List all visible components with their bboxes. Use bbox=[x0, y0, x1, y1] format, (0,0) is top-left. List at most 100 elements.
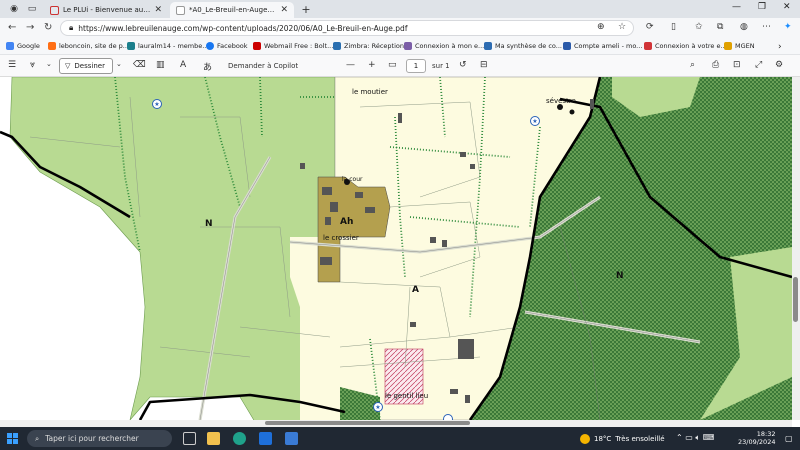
vertical-scrollbar[interactable] bbox=[792, 77, 800, 420]
fullscreen-icon[interactable]: ⤢ bbox=[755, 60, 762, 70]
zoom-icon[interactable]: ⊕ bbox=[597, 22, 605, 32]
weather-widget[interactable]: 18°C Très ensoleillé bbox=[580, 434, 665, 444]
clock[interactable]: 18:32 23/09/2024 bbox=[738, 430, 775, 446]
contents-icon[interactable]: ☰ bbox=[8, 60, 16, 70]
tab-pdf[interactable]: *A0_Le-Breuil-en-Auge.pdf ✕ bbox=[170, 2, 294, 18]
tab-strip: ◉ ▭ Le PLUi - Bienvenue au Breuil en ✕ *… bbox=[0, 0, 800, 18]
system-tray[interactable]: ⌃ ▭ 🔈︎ ⌨ bbox=[676, 433, 714, 443]
tray-overflow-icon[interactable]: ⌃ bbox=[676, 433, 683, 442]
favorite-synthese[interactable]: Ma synthèse de co... bbox=[484, 42, 562, 50]
close-tab-icon[interactable]: ✕ bbox=[280, 5, 288, 15]
language-icon[interactable]: ⌨ bbox=[703, 433, 715, 442]
print-icon[interactable]: ⎙ bbox=[712, 60, 719, 70]
close-window-button[interactable]: ✕ bbox=[783, 2, 791, 12]
draw-button[interactable]: ▽ Dessiner bbox=[59, 58, 113, 74]
close-tab-icon[interactable]: ✕ bbox=[154, 5, 162, 15]
taskbar-search-input[interactable]: ⌕ Taper ici pour rechercher bbox=[27, 430, 172, 447]
zimbra-icon bbox=[333, 42, 341, 50]
favorites-overflow-icon[interactable]: › bbox=[778, 42, 782, 52]
favorites-bar: Google leboncoin, site de p... lauralm14… bbox=[0, 38, 800, 55]
favorite-connexion[interactable]: Connexion à mon e... bbox=[404, 42, 484, 50]
volume-icon[interactable]: 🔈︎ bbox=[695, 433, 700, 442]
rotate-icon[interactable]: ↺ bbox=[459, 60, 467, 70]
start-button[interactable] bbox=[7, 433, 18, 444]
mgen-icon bbox=[724, 42, 732, 50]
favorite-google[interactable]: Google bbox=[6, 42, 40, 50]
horizontal-scrollbar[interactable] bbox=[0, 420, 792, 427]
google-icon bbox=[6, 42, 14, 50]
more-menu-icon[interactable]: ⋯ bbox=[762, 22, 771, 32]
settings-icon[interactable]: ⚙ bbox=[775, 60, 783, 70]
pdf-toolbar: ☰ ⩔ ⌄ ▽ Dessiner ⌄ ⌫ ▥ A あ Demander à Co… bbox=[0, 55, 800, 77]
eraser-icon[interactable]: ⌫ bbox=[133, 60, 146, 70]
favorite-connexion-votre[interactable]: Connexion à votre e... bbox=[644, 42, 727, 50]
scrollbar-thumb[interactable] bbox=[265, 421, 470, 425]
pdf-map-view[interactable]: ★ ★ ★ le moutier sévestre le crossier le g… bbox=[0, 77, 800, 420]
place-label: le crossier bbox=[323, 234, 359, 242]
profile-icon[interactable]: ◉ bbox=[8, 3, 20, 15]
forward-icon[interactable]: → bbox=[26, 22, 34, 33]
place-label: le gentil lieu bbox=[385, 392, 429, 400]
task-view-icon[interactable] bbox=[183, 432, 196, 445]
save-icon[interactable]: ⊡ bbox=[733, 60, 741, 70]
tab-plui[interactable]: Le PLUi - Bienvenue au Breuil en ✕ bbox=[44, 2, 168, 18]
place-label: sévestre bbox=[546, 97, 576, 105]
favorites-icon[interactable]: ✩ bbox=[695, 22, 703, 32]
svg-text:★: ★ bbox=[375, 404, 380, 411]
extensions-icon[interactable]: ⟳ bbox=[646, 22, 654, 32]
zone-label-natural: N bbox=[616, 271, 624, 281]
favorite-leboncoin[interactable]: leboncoin, site de p... bbox=[48, 42, 129, 50]
page-layout-icon[interactable]: ⊟ bbox=[480, 60, 488, 70]
highlight-icon[interactable]: ⩔ bbox=[30, 60, 35, 70]
site-icon bbox=[404, 42, 412, 50]
page-view-icon[interactable]: ▥ bbox=[156, 60, 165, 70]
split-screen-icon[interactable]: ▯ bbox=[671, 22, 676, 32]
url-input[interactable]: 🔒︎ https://www.lebreuilenauge.com/wp-con… bbox=[60, 20, 634, 36]
favorite-webmail-free[interactable]: Webmail Free : Bolt... bbox=[253, 42, 333, 50]
page-number-input[interactable]: 1 bbox=[406, 59, 426, 73]
refresh-icon[interactable]: ↻ bbox=[44, 22, 52, 33]
outlook-icon[interactable] bbox=[259, 432, 272, 445]
facebook-icon bbox=[206, 42, 214, 50]
back-icon[interactable]: ← bbox=[8, 22, 16, 33]
tab-actions-icon[interactable]: ▭ bbox=[26, 3, 38, 15]
scrollbar-thumb[interactable] bbox=[793, 277, 798, 322]
file-explorer-icon[interactable] bbox=[207, 432, 220, 445]
site-icon bbox=[127, 42, 135, 50]
favorite-zimbra[interactable]: Zimbra: Réception bbox=[333, 42, 404, 50]
ameli-icon bbox=[563, 42, 571, 50]
fit-page-icon[interactable]: ▭ bbox=[388, 60, 397, 70]
favorite-facebook[interactable]: Facebook bbox=[206, 42, 248, 50]
tab-title: Le PLUi - Bienvenue au Breuil en bbox=[63, 6, 151, 14]
collections-icon[interactable]: ⧉ bbox=[717, 22, 723, 32]
search-icon[interactable]: ⌕ bbox=[690, 60, 695, 70]
highlight-dropdown-icon[interactable]: ⌄ bbox=[46, 60, 52, 68]
translate-icon[interactable]: あ bbox=[203, 60, 212, 73]
search-icon: ⌕ bbox=[35, 433, 40, 443]
network-icon[interactable]: ▭ bbox=[685, 433, 693, 442]
pdf-file-icon bbox=[176, 5, 185, 15]
site-icon bbox=[644, 42, 652, 50]
favorite-ameli[interactable]: Compte ameli - mo... bbox=[563, 42, 642, 50]
read-aloud-icon[interactable]: A bbox=[180, 60, 186, 70]
tab-title: *A0_Le-Breuil-en-Auge.pdf bbox=[189, 6, 277, 14]
zoom-in-button[interactable]: + bbox=[368, 60, 376, 70]
new-tab-button[interactable]: + bbox=[300, 3, 312, 16]
copilot-icon[interactable]: ✦ bbox=[784, 22, 792, 32]
shield-icon[interactable]: ◍ bbox=[740, 22, 748, 32]
lock-icon[interactable]: 🔒︎ bbox=[69, 23, 73, 33]
favorite-mgen[interactable]: MGEN bbox=[724, 42, 755, 50]
sun-icon bbox=[580, 434, 590, 444]
draw-dropdown-icon[interactable]: ⌄ bbox=[116, 60, 122, 68]
zoom-out-button[interactable]: — bbox=[346, 60, 355, 70]
favorite-lauralm14[interactable]: lauralm14 - membe... bbox=[127, 42, 208, 50]
edge-browser-icon[interactable] bbox=[233, 432, 246, 445]
minimize-button[interactable]: — bbox=[732, 2, 741, 12]
maximize-button[interactable]: ❐ bbox=[758, 2, 766, 12]
zone-label-hamlet: Ah bbox=[340, 217, 354, 227]
notifications-icon[interactable]: ▢ bbox=[785, 434, 793, 443]
ask-copilot-button[interactable]: Demander à Copilot bbox=[228, 62, 298, 70]
calculator-icon[interactable] bbox=[285, 432, 298, 445]
favorite-star-icon[interactable]: ☆ bbox=[618, 22, 626, 32]
draw-pen-icon: ▽ bbox=[65, 62, 71, 70]
